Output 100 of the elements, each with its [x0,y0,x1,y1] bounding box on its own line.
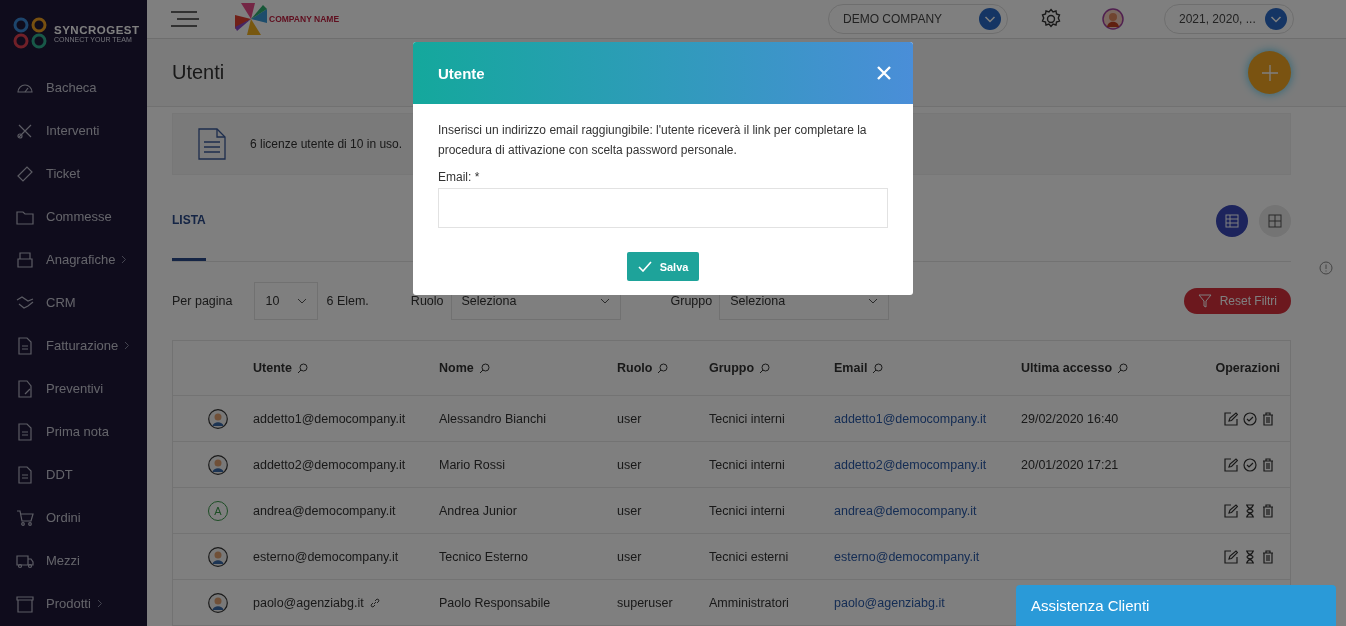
table-cell: andrea@democompany.it [253,503,396,518]
edit-icon[interactable] [1224,549,1238,564]
brand-logo-icon [12,16,48,50]
table-cell: 29/02/2020 16:40 [1021,411,1119,426]
sidebar-item[interactable]: Ticket [0,152,147,195]
doc-icon [16,422,34,441]
info-icon [1319,261,1333,275]
table-cell: addetto1@democompany.it [253,411,406,426]
email-link[interactable]: addetto2@democompany.it [834,457,987,472]
chevron-down-icon [1265,8,1287,31]
table-cell: user [617,457,642,472]
email-field[interactable] [438,188,888,228]
hourglass-icon[interactable] [1243,503,1257,518]
table-cell: Tecnici interni [709,457,785,472]
doc-icon [16,465,34,484]
chevron-down-icon [979,8,1001,31]
pinwheel-logo-icon [233,1,269,38]
table-cell: Tecnici esterni [709,549,789,564]
table-cell: Tecnici interni [709,503,785,518]
chevron-down-icon [599,298,610,304]
check-circle-icon[interactable] [1243,411,1257,426]
document-icon [198,128,226,160]
doc-icon [16,336,34,355]
search-icon[interactable] [759,362,771,374]
avatar [208,592,228,613]
column-header[interactable]: Email [834,361,868,375]
sidebar-item[interactable]: Anagrafiche [0,238,147,281]
check-circle-icon[interactable] [1243,457,1257,472]
email-link[interactable]: andrea@democompany.it [834,503,977,518]
email-link[interactable]: esterno@democompany.it [834,549,980,564]
per-page-select[interactable]: 10 [254,282,319,320]
close-icon[interactable] [877,66,891,80]
cart-icon [16,508,34,527]
grid-view-button[interactable] [1259,205,1291,237]
table-cell: Paolo Responsabile [439,595,551,610]
edit-icon[interactable] [1224,457,1238,472]
table-cell: Tecnici interni [709,411,785,426]
table-cell: Amministratori [709,595,789,610]
save-button[interactable]: Salva [626,252,700,281]
trash-icon[interactable] [1262,457,1274,472]
column-header[interactable]: Ultima accesso [1021,361,1113,375]
sidebar-item[interactable]: Commesse [0,195,147,238]
hourglass-icon[interactable] [1243,549,1257,564]
table-cell: user [617,549,642,564]
menu-icon[interactable] [171,11,199,28]
sidebar-item[interactable]: Prodotti [0,582,147,625]
brand-name: SYNCROGEST [54,23,140,36]
column-header[interactable]: Operazioni [1215,361,1280,375]
email-link[interactable]: paolo@agenziabg.it [834,595,945,610]
user-avatar[interactable] [1102,8,1124,31]
license-info: 6 licenze utente di 10 in uso. [250,137,403,151]
column-header[interactable]: Nome [439,361,474,375]
table-icon [1225,214,1239,228]
edit-icon[interactable] [1224,411,1238,426]
avatar [208,546,228,567]
search-icon[interactable] [657,362,669,374]
ticket-icon [16,164,34,183]
column-header[interactable]: Utente [253,361,292,375]
sidebar-item[interactable]: Interventi [0,109,147,152]
sidebar-item[interactable]: Prima nota [0,410,147,453]
table-view-button[interactable] [1216,205,1248,237]
company-logo-text: COMPANY NAME [269,14,340,25]
grid-icon [1268,214,1282,228]
email-link[interactable]: addetto1@democompany.it [834,411,987,426]
sidebar-item[interactable]: Bacheca [0,66,147,109]
table-cell: Alessandro Bianchi [439,411,546,426]
dialog-title: Utente [438,64,485,82]
table-cell: user [617,503,642,518]
search-icon[interactable] [872,362,884,374]
sidebar-item[interactable]: Fatturazione [0,324,147,367]
column-header[interactable]: Ruolo [617,361,653,375]
sidebar-item[interactable]: Ordini [0,496,147,539]
page-title: Utenti [172,61,225,85]
sidebar-item[interactable]: Preventivi [0,367,147,410]
reset-filters-button[interactable]: Reset Filtri [1183,288,1291,314]
table-cell: 20/01/2020 17:21 [1021,457,1119,472]
search-icon[interactable] [478,362,490,374]
item-count: 6 Elem. [326,294,369,308]
table-cell: esterno@democompany.it [253,549,399,564]
list-tab[interactable]: LISTA [172,181,206,261]
plus-icon [1261,64,1278,81]
support-chat-bar[interactable]: Assistenza Clienti [1016,585,1336,626]
table-cell: Mario Rossi [439,457,505,472]
dialog-message: Inserisci un indirizzo email raggiungibile: l'utente riceverà il link per completare la procedura di attivazione con scelta password personale. [438,122,868,159]
trash-icon[interactable] [1262,411,1274,426]
column-header[interactable]: Gruppo [709,361,755,375]
sidebar-item[interactable]: CRM [0,281,147,324]
search-icon[interactable] [1117,362,1129,374]
table-cell: superuser [617,595,673,610]
filter-icon [1197,294,1212,308]
chevron-down-icon [868,298,879,304]
sidebar-item[interactable]: Mezzi [0,539,147,582]
sidebar-item[interactable]: DDT [0,453,147,496]
table-cell: addetto2@democompany.it [253,457,406,472]
search-icon[interactable] [296,362,308,374]
trash-icon[interactable] [1262,503,1274,518]
table-cell: Andrea Junior [439,503,517,518]
trash-icon[interactable] [1262,549,1274,564]
edit-icon[interactable] [1224,503,1238,518]
chevron-down-icon [297,298,308,304]
